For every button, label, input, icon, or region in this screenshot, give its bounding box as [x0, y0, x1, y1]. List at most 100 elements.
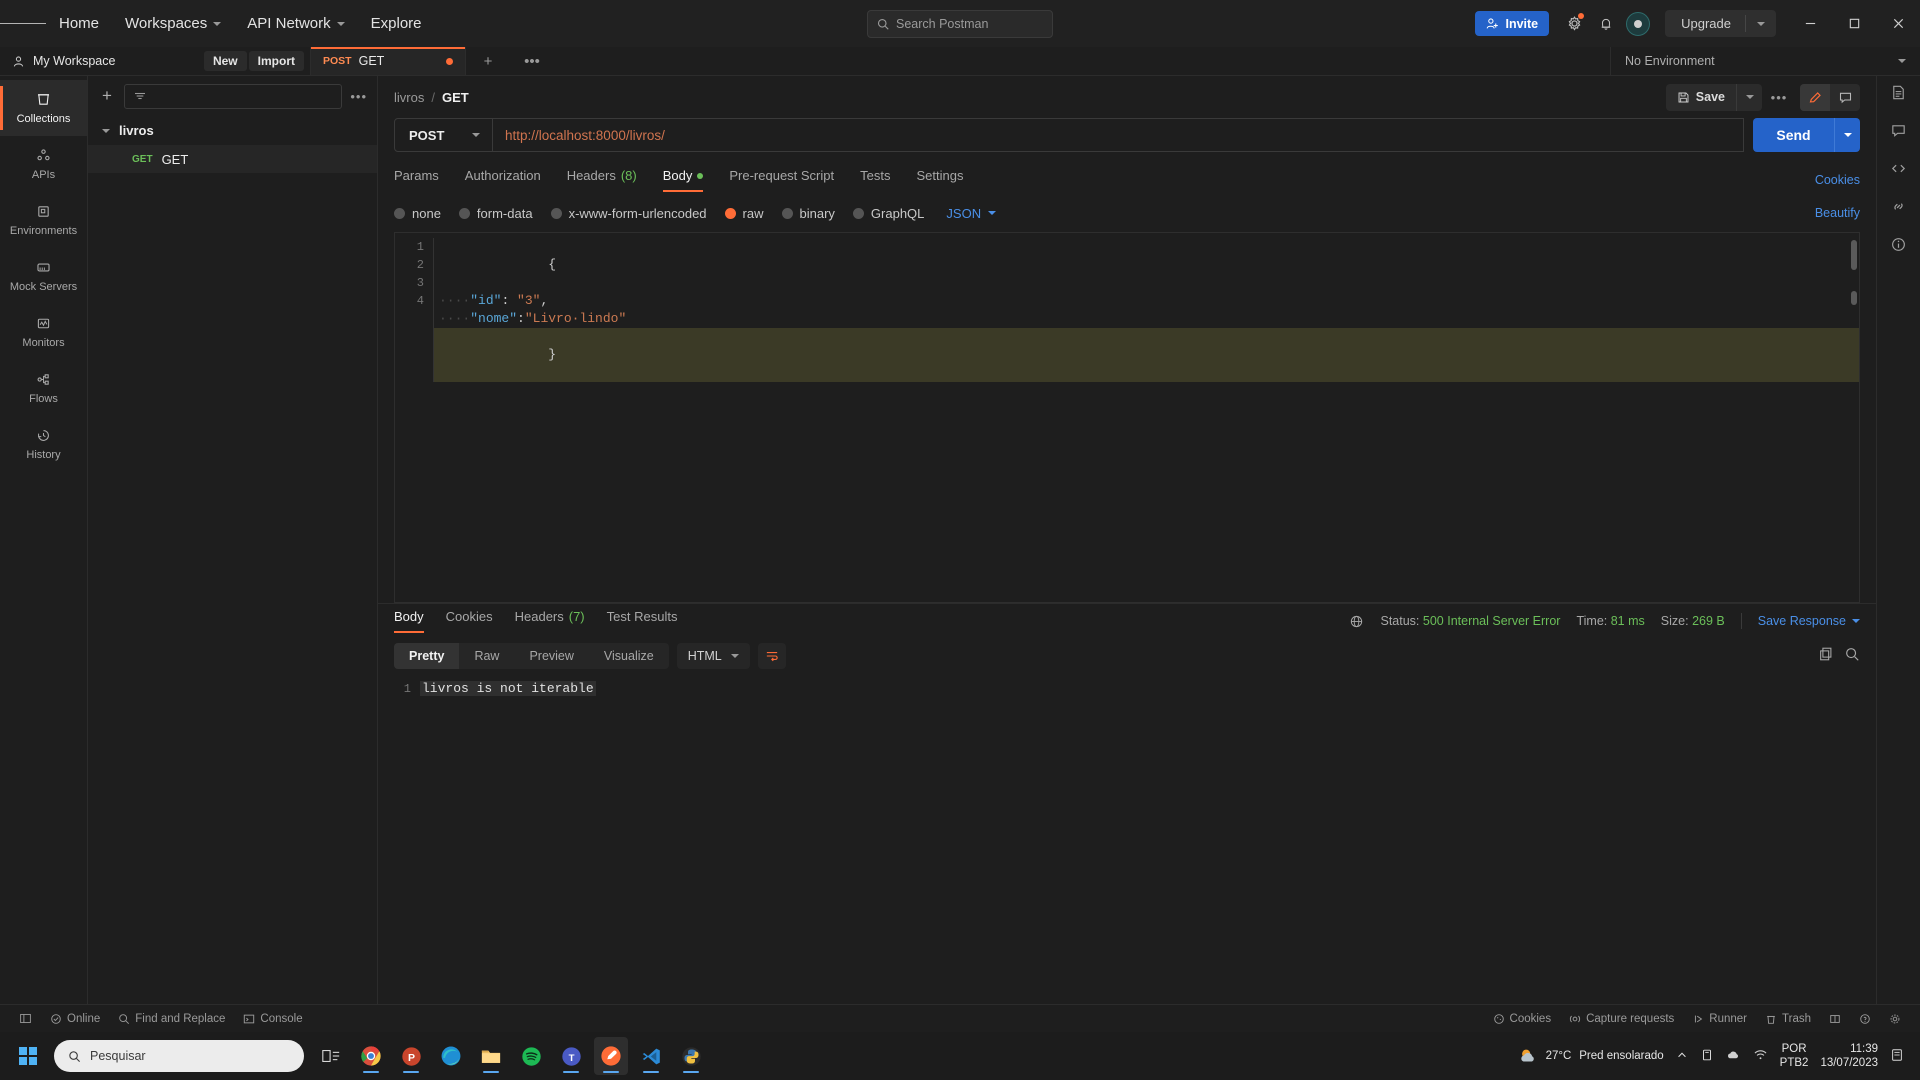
- sidebar-filter-input[interactable]: [123, 83, 343, 109]
- nav-item-explore[interactable]: Explore: [358, 9, 435, 38]
- new-tab-button[interactable]: +: [466, 47, 510, 75]
- online-status[interactable]: Online: [41, 1013, 109, 1025]
- tab-params[interactable]: Params: [394, 168, 439, 192]
- save-response-button[interactable]: Save Response: [1758, 614, 1860, 628]
- new-button[interactable]: New: [203, 51, 247, 71]
- copy-response-button[interactable]: [1818, 646, 1834, 667]
- response-format-selector[interactable]: HTML: [676, 643, 750, 669]
- notifications-button[interactable]: [1591, 9, 1621, 39]
- language-indicator[interactable]: POR PTB2: [1780, 1042, 1809, 1070]
- console-button[interactable]: Console: [234, 1013, 311, 1025]
- editor-code-column[interactable]: { ····"id": "3", ····"nome":"Livro·lindo…: [433, 238, 1859, 602]
- response-tab-headers[interactable]: Headers (7): [515, 609, 585, 633]
- taskbar-app-postman[interactable]: [594, 1037, 628, 1075]
- request-body-editor[interactable]: 1 2 3 4 { ····"id": "3", ····"nome":"Liv…: [394, 232, 1860, 603]
- nav-item-workspaces[interactable]: Workspaces: [112, 9, 234, 38]
- tray-cloud-button[interactable]: [1726, 1048, 1741, 1064]
- weather-widget[interactable]: 27°C Pred ensolarado: [1518, 1046, 1664, 1066]
- nav-item-api-network[interactable]: API Network: [234, 9, 357, 38]
- request-more-options-button[interactable]: •••: [1762, 90, 1796, 105]
- sidebar-item-collections[interactable]: Collections: [0, 80, 87, 136]
- task-view-button[interactable]: [314, 1037, 348, 1075]
- body-type-graphql[interactable]: GraphQL: [852, 206, 924, 221]
- save-button[interactable]: Save: [1666, 84, 1736, 111]
- sidebar-item-history[interactable]: History: [0, 416, 87, 472]
- settings-gear-button[interactable]: [1559, 9, 1589, 39]
- tab-options-button[interactable]: •••: [510, 47, 554, 75]
- tray-expand-button[interactable]: [1676, 1049, 1688, 1064]
- editor-scrollbar-top[interactable]: [1851, 240, 1857, 270]
- tray-onedrive-button[interactable]: [1700, 1048, 1714, 1065]
- cookies-button[interactable]: Cookies: [1484, 1013, 1561, 1025]
- nav-item-home[interactable]: Home: [46, 9, 112, 38]
- body-format-selector[interactable]: JSON: [946, 206, 997, 221]
- settings-footer-button[interactable]: [1880, 1013, 1910, 1025]
- start-button[interactable]: [6, 1046, 50, 1066]
- sidebar-options-button[interactable]: •••: [350, 89, 367, 104]
- send-dropdown-button[interactable]: [1834, 118, 1860, 152]
- documentation-button[interactable]: [1890, 84, 1907, 106]
- response-tab-test-results[interactable]: Test Results: [607, 609, 678, 633]
- tab-body[interactable]: Body: [662, 168, 704, 192]
- breadcrumb-current[interactable]: GET: [442, 90, 469, 105]
- edit-mode-button[interactable]: [1800, 83, 1830, 111]
- save-dropdown-button[interactable]: [1736, 83, 1762, 111]
- body-type-binary[interactable]: binary: [781, 206, 835, 221]
- url-input[interactable]: http://localhost:8000/livros/: [493, 119, 1743, 151]
- invite-button[interactable]: Invite: [1475, 11, 1550, 36]
- environment-selector[interactable]: No Environment: [1610, 47, 1920, 75]
- info-button[interactable]: [1890, 236, 1907, 258]
- taskbar-app-spotify[interactable]: [514, 1037, 548, 1075]
- taskbar-app-python[interactable]: [674, 1037, 708, 1075]
- breadcrumb-collection[interactable]: livros: [394, 90, 424, 105]
- user-avatar-button[interactable]: [1623, 9, 1653, 39]
- tab-authorization[interactable]: Authorization: [465, 168, 541, 192]
- response-tab-body[interactable]: Body: [394, 609, 424, 633]
- taskbar-search-input[interactable]: Pesquisar: [54, 1040, 304, 1072]
- response-body[interactable]: 1 livros is not iterable: [378, 674, 1876, 1004]
- workspace-selector[interactable]: My Workspace New Import: [0, 47, 311, 75]
- capture-requests-button[interactable]: Capture requests: [1560, 1013, 1683, 1025]
- view-mode-raw[interactable]: Raw: [459, 643, 514, 669]
- view-mode-visualize[interactable]: Visualize: [589, 643, 669, 669]
- request-tab[interactable]: POST GET: [311, 47, 466, 75]
- collection-row-livros[interactable]: livros: [88, 116, 377, 145]
- notification-center-button[interactable]: [1890, 1047, 1904, 1066]
- sidebar-toggle-button[interactable]: [10, 1012, 41, 1025]
- method-selector[interactable]: POST: [395, 119, 493, 151]
- search-response-button[interactable]: [1844, 646, 1860, 667]
- send-button[interactable]: Send: [1753, 127, 1834, 143]
- upgrade-dropdown-toggle[interactable]: [1746, 21, 1776, 26]
- body-type-urlencoded[interactable]: x-www-form-urlencoded: [550, 206, 707, 221]
- taskbar-app-powerpoint[interactable]: P: [394, 1037, 428, 1075]
- taskbar-app-explorer[interactable]: [474, 1037, 508, 1075]
- comments-button[interactable]: [1890, 122, 1907, 144]
- trash-button[interactable]: Trash: [1756, 1013, 1820, 1025]
- add-collection-button[interactable]: +: [98, 86, 116, 106]
- taskbar-app-teams[interactable]: T: [554, 1037, 588, 1075]
- tab-tests[interactable]: Tests: [860, 168, 890, 192]
- import-button[interactable]: Import: [248, 51, 304, 71]
- body-type-raw[interactable]: raw: [724, 206, 764, 221]
- help-button[interactable]: [1850, 1013, 1880, 1025]
- editor-scrollbar[interactable]: [1851, 291, 1857, 305]
- tab-headers[interactable]: Headers (8): [567, 168, 637, 192]
- tab-pre-request-script[interactable]: Pre-request Script: [729, 168, 834, 192]
- tab-settings[interactable]: Settings: [916, 168, 963, 192]
- clock[interactable]: 11:39 13/07/2023: [1820, 1042, 1878, 1070]
- maximize-button[interactable]: [1832, 0, 1876, 47]
- close-button[interactable]: [1876, 0, 1920, 47]
- sidebar-item-mock-servers[interactable]: Mock Servers: [0, 248, 87, 304]
- view-mode-pretty[interactable]: Pretty: [394, 643, 460, 669]
- chevron-down-icon[interactable]: [102, 128, 110, 133]
- minimize-button[interactable]: [1788, 0, 1832, 47]
- search-input[interactable]: Search Postman: [867, 9, 1053, 38]
- body-type-none[interactable]: none: [394, 206, 441, 221]
- runner-button[interactable]: Runner: [1683, 1013, 1756, 1025]
- upgrade-button[interactable]: Upgrade: [1665, 10, 1776, 37]
- taskbar-app-chrome[interactable]: [354, 1037, 388, 1075]
- tray-network-button[interactable]: [1753, 1048, 1768, 1064]
- view-mode-preview[interactable]: Preview: [514, 643, 588, 669]
- layout-toggle-button[interactable]: [1820, 1013, 1850, 1025]
- sidebar-item-environments[interactable]: Environments: [0, 192, 87, 248]
